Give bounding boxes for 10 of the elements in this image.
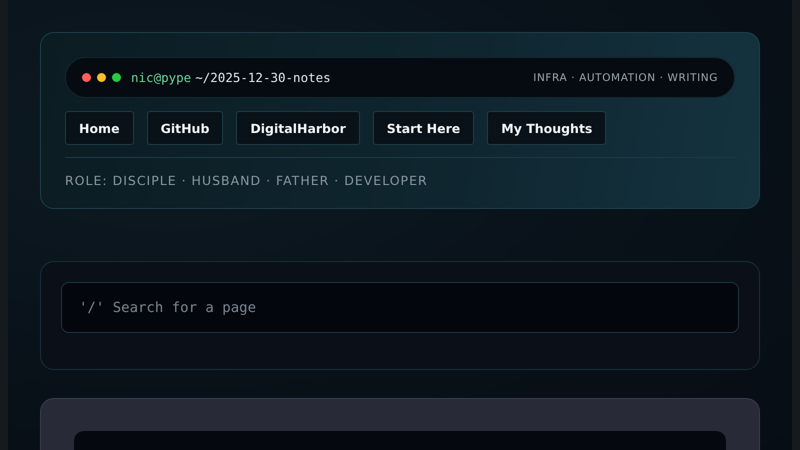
terminal-path: ~/2025-12-30-notes: [195, 70, 331, 85]
topic-tags: INFRA · AUTOMATION · WRITING: [533, 72, 718, 84]
role-text: ROLE: DISCIPLE · HUSBAND · FATHER · DEVELOPER: [65, 173, 429, 188]
nav-button[interactable]: Home: [65, 111, 134, 145]
nav-button[interactable]: DigitalHarbor: [236, 111, 360, 145]
search-field[interactable]: '/' Search for a page: [61, 282, 739, 333]
nav-button[interactable]: Start Here: [372, 111, 474, 145]
terminal-user: nic@pype: [131, 70, 192, 85]
nav-button[interactable]: GitHub: [146, 111, 224, 145]
nav-button[interactable]: My Thoughts: [487, 111, 606, 145]
